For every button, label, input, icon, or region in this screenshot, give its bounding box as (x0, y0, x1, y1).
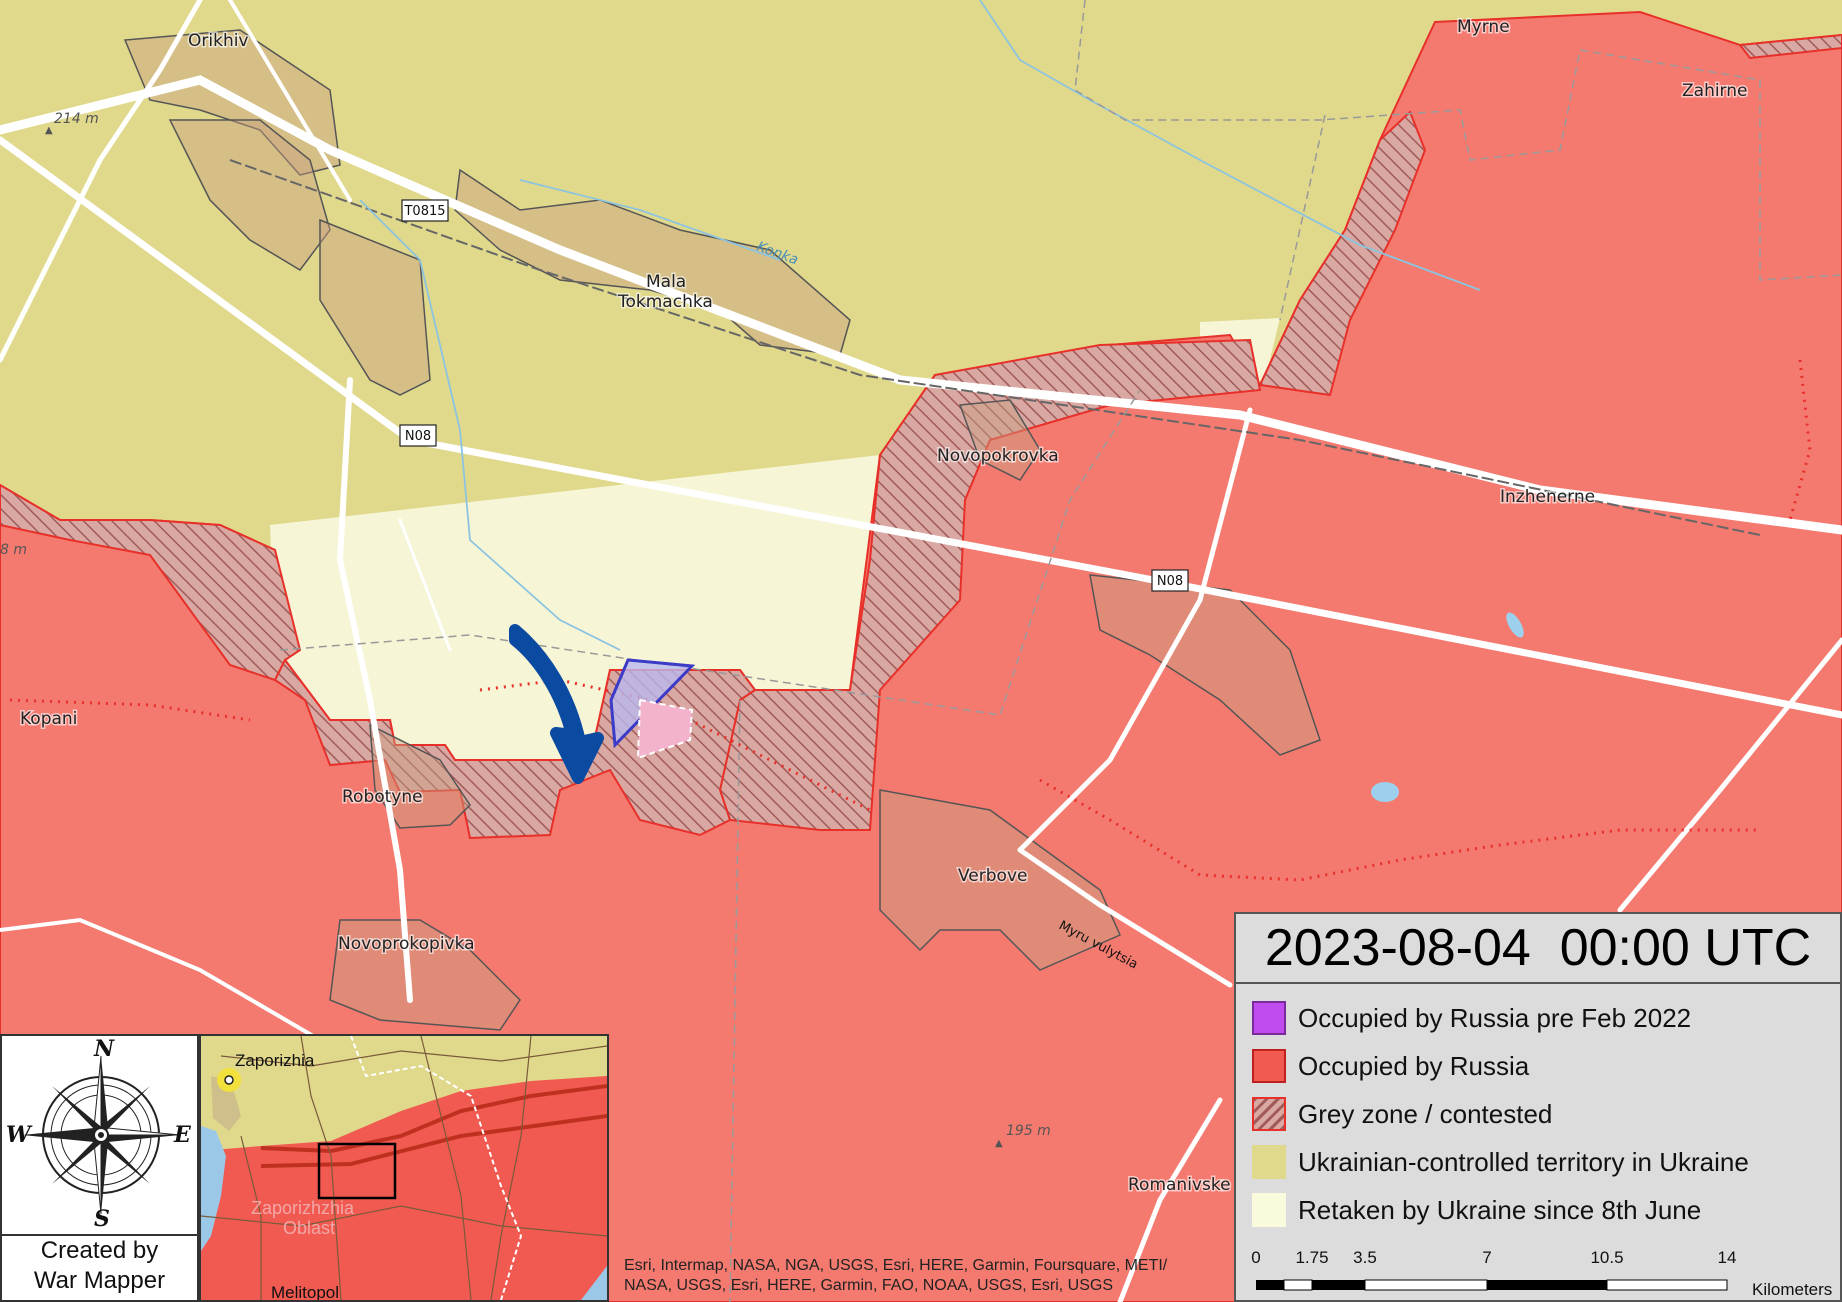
place-label-verbove: Verbove (958, 866, 1027, 886)
attribution-text: Esri, Intermap, NASA, NGA, USGS, Esri, H… (624, 1257, 1168, 1294)
place-label-novoprokopivka: Novoprokopivka (338, 934, 475, 954)
place-label-robotyne: Robotyne (342, 787, 423, 807)
credit-text: Created by War Mapper (2, 1234, 197, 1302)
road-badge-n08-west: N08 (399, 424, 437, 447)
legend-label: Retaken by Ukraine since 8th June (1298, 1194, 1702, 1225)
map-stage: T0815 N08 N08 Orikhiv Myrne Zahirne Mala… (0, 0, 1842, 1302)
elevation-label: 214 m (54, 111, 99, 127)
legend-swatch (1252, 1145, 1286, 1179)
legend-item-grey-zone: Grey zone / contested (1252, 1094, 1552, 1134)
legend-label: Grey zone / contested (1298, 1098, 1553, 1129)
compass-panel: N S W E Created by War Mapper (0, 1034, 199, 1302)
place-label-inzhenerne: Inzhenerne (1500, 487, 1595, 507)
place-label-mala: Mala (646, 272, 686, 292)
place-label-tokmachka: Tokmachka (617, 292, 713, 312)
scale-tick: 1.75 (1295, 1248, 1329, 1267)
scale-tick: 7 (1482, 1248, 1492, 1267)
road-badge-n08-east: N08 (1151, 569, 1189, 592)
place-label-romanivske: Romanivske (1128, 1175, 1231, 1195)
compass-letter-s: S (94, 1206, 110, 1232)
compass-letter-e: E (174, 1122, 191, 1148)
legend-swatch (1252, 1001, 1286, 1035)
legend-label: Occupied by Russia pre Feb 2022 (1298, 1002, 1692, 1033)
svg-text:N08: N08 (405, 429, 431, 444)
legend-swatch (1252, 1193, 1286, 1227)
elevation-label: 195 m (1006, 1123, 1051, 1139)
inset-oblast-label: Zaporizhzhia (251, 1198, 355, 1218)
legend-item-occupied: Occupied by Russia (1252, 1046, 1529, 1086)
scale-tick: 10.5 (1590, 1248, 1624, 1267)
legend-item-ukrainian: Ukrainian-controlled territory in Ukrain… (1252, 1142, 1749, 1182)
legend-item-retaken: Retaken by Ukraine since 8th June (1252, 1190, 1701, 1230)
peak-icon: ▲ (995, 1138, 1003, 1149)
scale-tick: 0 (1251, 1248, 1261, 1267)
road-badge-t0815: T0815 (401, 199, 449, 222)
place-label-myrne: Myrne (1457, 17, 1510, 37)
place-label-kopani: Kopani (20, 709, 77, 729)
place-label-orikhiv: Orikhiv (188, 31, 249, 51)
peak-icon: ▲ (45, 125, 53, 136)
elevation-label: 8 m (0, 542, 27, 558)
inset-city-label: Zaporizhia (235, 1051, 315, 1070)
scale-bar-graphic (1256, 1279, 1728, 1291)
inset-map: Zaporizhia Zaporizhzhia Oblast Melitopol (199, 1034, 609, 1302)
legend-panel: 2023-08-04 00:00 UTC Occupied by Russia … (1234, 912, 1842, 1302)
legend-item-pre-2022: Occupied by Russia pre Feb 2022 (1252, 998, 1691, 1038)
scale-tick: 3.5 (1353, 1248, 1377, 1267)
legend-swatch (1252, 1049, 1286, 1083)
legend-date: 2023-08-04 00:00 UTC (1236, 914, 1840, 984)
compass-rose-icon (22, 1055, 181, 1215)
legend-label: Ukrainian-controlled territory in Ukrain… (1298, 1146, 1749, 1177)
legend-swatch (1252, 1097, 1286, 1131)
svg-text:T0815: T0815 (403, 204, 445, 219)
place-label-novopokrovka: Novopokrovka (937, 446, 1059, 466)
svg-text:N08: N08 (1157, 574, 1183, 589)
inset-south-city-label: Melitopol (271, 1283, 339, 1300)
inset-oblast-label: Oblast (283, 1218, 335, 1238)
compass-letter-n: N (94, 1036, 115, 1062)
compass-letter-w: W (6, 1122, 31, 1148)
scale-bar: 0 1.75 3.5 7 10.5 14 Kilometers (1251, 1248, 1833, 1299)
place-label-zahirne: Zahirne (1682, 81, 1748, 101)
lake (1371, 782, 1399, 802)
scale-unit: Kilometers (1752, 1280, 1833, 1299)
legend-label: Occupied by Russia (1298, 1050, 1530, 1081)
scale-tick: 14 (1717, 1248, 1737, 1267)
